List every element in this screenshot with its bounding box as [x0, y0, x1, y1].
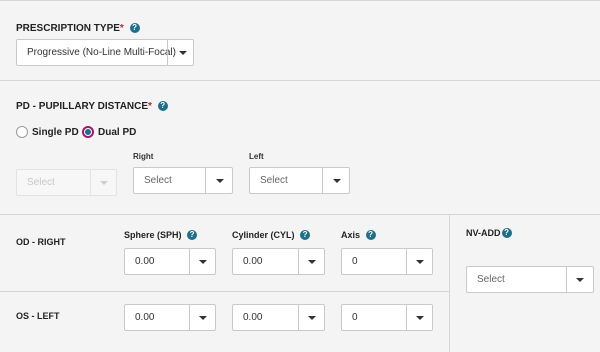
row-divider — [0, 291, 449, 292]
nv-add-placeholder: Select — [477, 274, 505, 285]
chevron-down-icon — [576, 278, 584, 282]
help-icon[interactable]: ? — [365, 230, 376, 240]
chevron-down-icon — [416, 316, 424, 320]
prescription-type-label: PRESCRIPTION TYPE — [16, 23, 120, 34]
pd-label: PD - PUPILLARY DISTANCE — [16, 101, 149, 112]
chevron-down-icon — [100, 181, 108, 185]
chevron-down-icon — [308, 316, 316, 320]
select-divider — [566, 267, 567, 292]
right-pd-placeholder: Select — [144, 175, 172, 186]
select-divider — [90, 170, 91, 195]
nv-add-header: NV-ADD? — [466, 228, 512, 238]
sphere-header-label: Sphere (SPH) — [124, 230, 182, 240]
help-icon[interactable]: ? — [157, 101, 168, 111]
select-divider — [406, 249, 407, 274]
right-pd-label: Right — [133, 152, 154, 161]
single-pd-select: Select — [16, 169, 117, 196]
select-divider — [406, 305, 407, 330]
left-pd-label: Left — [249, 152, 264, 161]
chevron-down-icon — [179, 51, 187, 55]
axis-header-label: Axis — [341, 230, 361, 240]
pupillary-distance-section: PD - PUPILLARY DISTANCE* ? Single PD Dua… — [0, 81, 600, 215]
os-sphere-select[interactable]: 0.00 — [124, 304, 216, 331]
chevron-down-icon — [199, 260, 207, 264]
od-right-label: OD - RIGHT — [16, 237, 66, 247]
cylinder-header: Cylinder (CYL) ? — [232, 230, 311, 240]
select-divider — [205, 168, 206, 193]
select-divider — [298, 305, 299, 330]
od-sphere-select[interactable]: 0.00 — [124, 248, 216, 275]
od-sphere-value: 0.00 — [135, 256, 155, 267]
required-asterisk: * — [148, 101, 152, 112]
os-left-label: OS - LEFT — [16, 311, 60, 321]
os-sphere-value: 0.00 — [135, 312, 155, 323]
help-icon[interactable]: ? — [501, 228, 512, 238]
nv-add-label: NV-ADD — [466, 228, 501, 238]
help-icon[interactable]: ? — [187, 230, 198, 240]
dual-pd-label: Dual PD — [98, 126, 137, 138]
left-pd-select[interactable]: Select — [249, 167, 350, 194]
single-pd-placeholder: Select — [27, 177, 55, 188]
select-divider — [189, 305, 190, 330]
os-axis-select[interactable]: 0 — [341, 304, 433, 331]
right-pd-select[interactable]: Select — [133, 167, 233, 194]
select-divider — [298, 249, 299, 274]
chevron-down-icon — [333, 179, 341, 183]
prescription-grid: Sphere (SPH) ? Cylinder (CYL) ? Axis ? O… — [0, 215, 600, 352]
prescription-type-select[interactable]: Progressive (No-Line Multi-Focal) — [16, 39, 194, 66]
column-divider — [449, 215, 450, 352]
nv-add-select[interactable]: Select — [466, 266, 594, 293]
prescription-type-title: PRESCRIPTION TYPE* ? — [16, 23, 140, 34]
help-icon[interactable]: ? — [300, 230, 311, 240]
chevron-down-icon — [308, 260, 316, 264]
sphere-header: Sphere (SPH) ? — [124, 230, 198, 240]
left-pd-placeholder: Select — [260, 175, 288, 186]
select-divider — [322, 168, 323, 193]
od-cylinder-select[interactable]: 0.00 — [232, 248, 325, 275]
radio-unchecked-icon — [16, 126, 28, 138]
od-axis-select[interactable]: 0 — [341, 248, 433, 275]
cylinder-header-label: Cylinder (CYL) — [232, 230, 295, 240]
axis-header: Axis ? — [341, 230, 376, 240]
os-cylinder-select[interactable]: 0.00 — [232, 304, 325, 331]
prescription-type-value: Progressive (No-Line Multi-Focal) — [27, 47, 176, 58]
chevron-down-icon — [216, 179, 224, 183]
single-pd-radio[interactable]: Single PD — [16, 126, 79, 138]
chevron-down-icon — [199, 316, 207, 320]
dual-pd-radio[interactable]: Dual PD — [82, 126, 136, 138]
prescription-type-section: PRESCRIPTION TYPE* ? Progressive (No-Lin… — [0, 0, 600, 81]
od-axis-value: 0 — [352, 256, 358, 267]
os-cylinder-value: 0.00 — [243, 312, 263, 323]
radio-checked-icon — [82, 126, 94, 138]
required-asterisk: * — [119, 23, 124, 34]
od-cylinder-value: 0.00 — [243, 256, 263, 267]
os-axis-value: 0 — [352, 312, 358, 323]
chevron-down-icon — [416, 260, 424, 264]
select-divider — [167, 40, 168, 65]
select-divider — [189, 249, 190, 274]
help-icon[interactable]: ? — [129, 23, 140, 33]
single-pd-label: Single PD — [32, 126, 79, 138]
pd-title: PD - PUPILLARY DISTANCE* ? — [16, 101, 168, 112]
